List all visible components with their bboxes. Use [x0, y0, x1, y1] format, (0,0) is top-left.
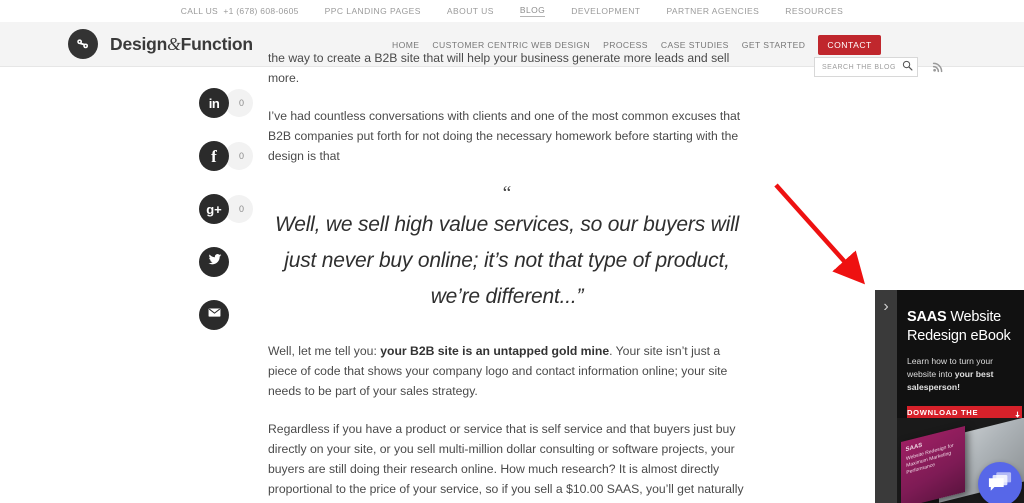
search-icon[interactable] — [902, 58, 913, 76]
brand-ampersand: & — [167, 33, 181, 54]
article-body: the way to create a B2B site that will h… — [268, 52, 746, 503]
article-paragraph-clipped: the way to create a B2B site that will h… — [268, 52, 730, 65]
pull-quote: “ Well, we sell high value services, so … — [268, 184, 746, 315]
share-count-googleplus: 0 — [225, 195, 253, 223]
ebook-title: SAAS Website Redesign eBook — [907, 308, 1012, 346]
share-count-facebook: 0 — [225, 142, 253, 170]
social-share-row-email — [199, 300, 259, 353]
social-share-rail: 0 in 0 f 0 g+ — [199, 88, 259, 353]
facebook-icon: f — [211, 146, 217, 166]
nav-item-home[interactable]: HOME — [392, 40, 419, 50]
share-button-twitter[interactable] — [199, 247, 229, 277]
brand-logo[interactable]: Design&Function — [68, 29, 253, 59]
share-count-linkedin: 0 — [225, 89, 253, 117]
clipped-paragraph-wrapper: the way to create a B2B site that will h… — [268, 52, 746, 68]
social-share-row-googleplus: 0 g+ — [199, 194, 259, 247]
ebook-title-bold: SAAS — [907, 309, 947, 325]
nav-item-get-started[interactable]: GET STARTED — [742, 40, 806, 50]
nav-item-process[interactable]: PROCESS — [603, 40, 648, 50]
design-function-logo-icon — [68, 29, 98, 59]
brand-name-part2: Function — [180, 33, 253, 54]
paragraph-3-pre: Well, let me tell you: — [268, 344, 381, 358]
brand-name: Design&Function — [110, 34, 253, 55]
search-input[interactable] — [820, 62, 902, 72]
topnav-item-development[interactable]: DEVELOPMENT — [571, 6, 640, 16]
share-button-linkedin[interactable]: in — [199, 88, 229, 118]
social-share-row-facebook: 0 f — [199, 141, 259, 194]
share-button-email[interactable] — [199, 300, 229, 330]
red-pointer-arrow — [774, 183, 866, 285]
page-root: CALL US +1 (678) 608-0605 PPC LANDING PA… — [0, 0, 1024, 503]
phone-number: +1 (678) 608-0605 — [223, 6, 299, 16]
topnav-item-about-us[interactable]: ABOUT US — [447, 6, 494, 16]
topnav-item-partner-agencies[interactable]: PARTNER AGENCIES — [666, 6, 759, 16]
share-button-googleplus[interactable]: g+ — [199, 194, 229, 224]
article-paragraph-4: Regardless if you have a product or serv… — [268, 422, 744, 496]
rss-icon[interactable] — [932, 60, 945, 78]
quote-text: Well, we sell high value services, so ou… — [274, 213, 740, 308]
article-paragraph-2: I’ve had countless conversations with cl… — [268, 109, 741, 163]
topnav-item-blog[interactable]: BLOG — [519, 5, 546, 17]
top-utility-bar: CALL US +1 (678) 608-0605 PPC LANDING PA… — [0, 0, 1024, 22]
topnav-item-ppc-landing-pages[interactable]: PPC LANDING PAGES — [325, 6, 421, 16]
article-paragraph-3: Well, let me tell you: your B2B site is … — [268, 341, 746, 401]
social-share-row-linkedin: 0 in — [199, 88, 259, 141]
share-button-facebook[interactable]: f — [199, 141, 229, 171]
chat-widget-button[interactable] — [978, 462, 1022, 503]
ebook-subtitle: Learn how to turn your website into your… — [907, 355, 1012, 394]
brand-name-part1: Design — [110, 33, 168, 54]
call-us-text: CALL US +1 (678) 608-0605 — [181, 6, 299, 16]
linkedin-icon: in — [208, 95, 220, 111]
nav-item-case-studies[interactable]: CASE STUDIES — [661, 40, 729, 50]
search-box[interactable] — [814, 57, 918, 77]
chevron-right-icon[interactable]: › — [875, 290, 897, 503]
googleplus-icon: g+ — [206, 201, 222, 217]
chat-bubbles-icon — [988, 471, 1012, 497]
article-paragraph-more: more. — [268, 71, 300, 85]
nav-item-customer-centric-web-design[interactable]: CUSTOMER CENTRIC WEB DESIGN — [432, 40, 590, 50]
email-icon — [207, 305, 222, 325]
quote-mark: “ — [502, 183, 512, 204]
call-us-label: CALL US — [180, 6, 219, 16]
contact-button[interactable]: CONTACT — [818, 34, 881, 55]
paragraph-3-bold: your B2B site is an untapped gold mine — [380, 344, 610, 358]
twitter-icon — [207, 252, 222, 272]
social-share-row-twitter — [199, 247, 259, 300]
topnav-item-resources[interactable]: RESOURCES — [785, 6, 843, 16]
